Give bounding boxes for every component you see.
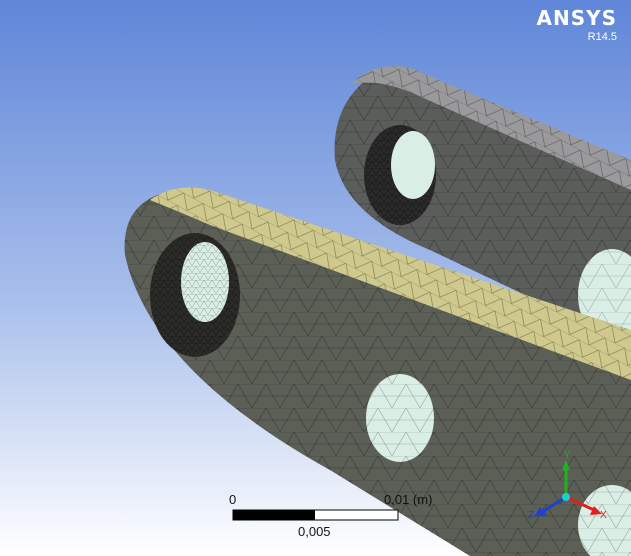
scale-label-start: 0 (229, 492, 237, 507)
triad-origin (562, 493, 570, 501)
scale-label-mid: 0,005 (298, 524, 331, 539)
ansys-logo: ANSYS (536, 6, 617, 30)
triad-x-label: X (600, 510, 607, 521)
graphics-viewport[interactable]: Y X Z (0, 0, 631, 556)
triad-z-label: Z (528, 510, 534, 521)
scale-bar (232, 509, 399, 521)
triad-y-label: Y (564, 450, 571, 461)
release-version: R14.5 (587, 31, 617, 43)
scale-label-end: 0,01 (m) (384, 492, 433, 507)
ansys-branding: ANSYS R14.5 (536, 6, 617, 43)
